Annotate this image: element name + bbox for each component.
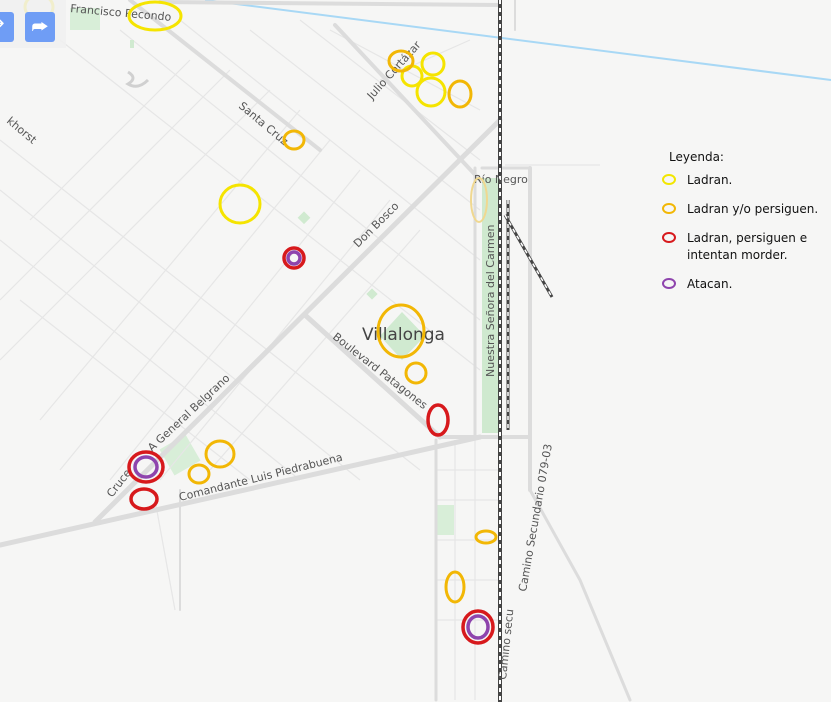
marker-ladran[interactable] <box>218 183 262 225</box>
atacan-ring-icon <box>662 278 676 289</box>
street-label-nuestra-senora-del-carmen: Nuestra Señora del Carmen <box>484 224 497 377</box>
markers-ladran <box>23 0 447 225</box>
marker-persiguen[interactable] <box>204 439 236 469</box>
road-curve <box>125 70 150 88</box>
legend-label: Atacan. <box>687 277 733 291</box>
small-park <box>130 40 134 48</box>
marker-persiguen[interactable] <box>474 529 498 545</box>
legend-item-morder: Ladran, persiguen e intentan morder. <box>660 230 827 264</box>
marker-morder[interactable] <box>129 487 159 511</box>
marker-morder[interactable] <box>426 403 450 437</box>
morder-ring-icon <box>662 232 676 243</box>
town-label-villalonga: Villalonga <box>362 325 445 345</box>
street-label-camino-secundario: Camino Secundario 079-03 <box>516 443 555 593</box>
map-legend: Leyenda: Ladran. Ladran y/o persiguen. L… <box>660 150 830 305</box>
legend-label: Ladran. <box>687 173 733 187</box>
legend-label: Ladran, persiguen e intentan morder. <box>687 231 808 262</box>
legend-item-persiguen: Ladran y/o persiguen. <box>660 201 830 218</box>
marker-persiguen[interactable] <box>404 361 428 385</box>
legend-item-atacan: Atacan. <box>660 276 830 293</box>
ladran-ring-icon <box>662 174 676 185</box>
map-toolbar: ↱ ⮫ <box>0 0 66 48</box>
street-label-comandante-luis-piedrabuena: Comandante Luis Piedrabuena <box>178 451 344 504</box>
marker-persiguen[interactable] <box>447 79 473 109</box>
legend-title: Leyenda: <box>669 150 724 164</box>
persiguen-ring-icon <box>662 203 676 214</box>
partial-button-icon[interactable]: ↱ <box>0 12 14 42</box>
marker-persiguen[interactable] <box>187 463 211 485</box>
street-map[interactable]: Francisco Pecondo Julio Cortázar Santa C… <box>0 0 831 702</box>
legend-item-ladran: Ladran. <box>660 172 830 189</box>
street-label-khorst: khorst <box>4 114 39 147</box>
street-grid <box>0 19 600 700</box>
marker-atacan[interactable] <box>466 614 490 640</box>
railway <box>498 0 554 702</box>
turn-right-icon[interactable]: ⮫ <box>25 12 55 42</box>
legend-label: Ladran y/o persiguen. <box>687 202 819 216</box>
